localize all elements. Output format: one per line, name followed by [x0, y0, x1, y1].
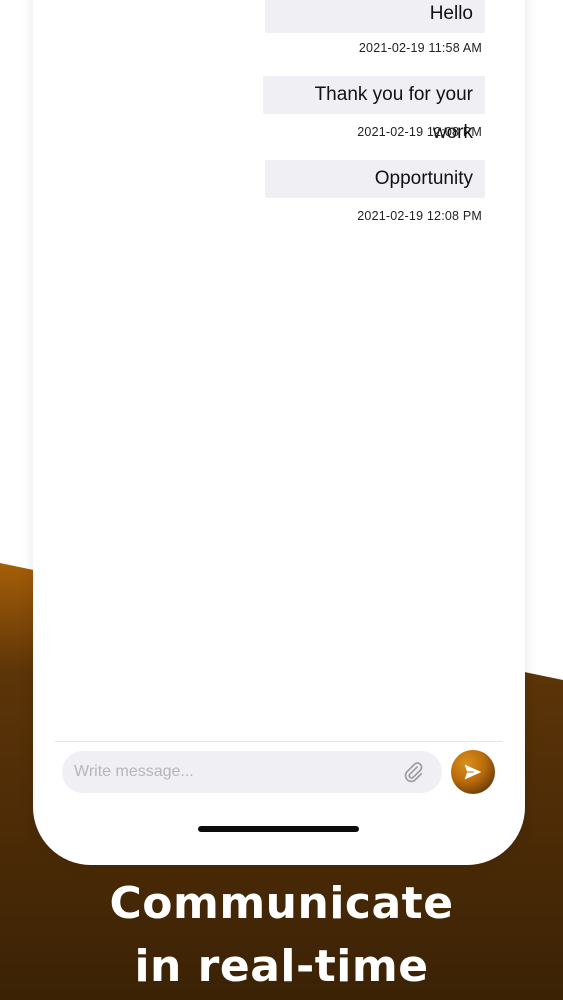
message-timestamp: 2021-02-19 12:08 PM — [357, 125, 482, 139]
message-bubble: Thank you for your work — [263, 76, 485, 143]
send-button[interactable] — [451, 750, 495, 794]
phone-frame: Hello 2021-02-19 11:58 AM Thank you for … — [33, 0, 525, 865]
message-input[interactable]: Write message... — [62, 751, 442, 793]
paperclip-icon[interactable] — [402, 761, 424, 783]
message-input-placeholder: Write message... — [74, 763, 194, 780]
message-timestamp: 2021-02-19 12:08 PM — [357, 209, 482, 223]
caption-line-2: in real-time — [134, 941, 429, 992]
caption-line-1: Communicate — [109, 878, 454, 929]
composer-divider — [55, 741, 503, 742]
home-indicator — [198, 826, 359, 832]
send-icon — [464, 764, 482, 780]
message-timestamp: 2021-02-19 11:58 AM — [358, 41, 482, 55]
message-bubble: Hello — [265, 0, 485, 33]
message-bubble: Opportunity — [265, 160, 485, 198]
